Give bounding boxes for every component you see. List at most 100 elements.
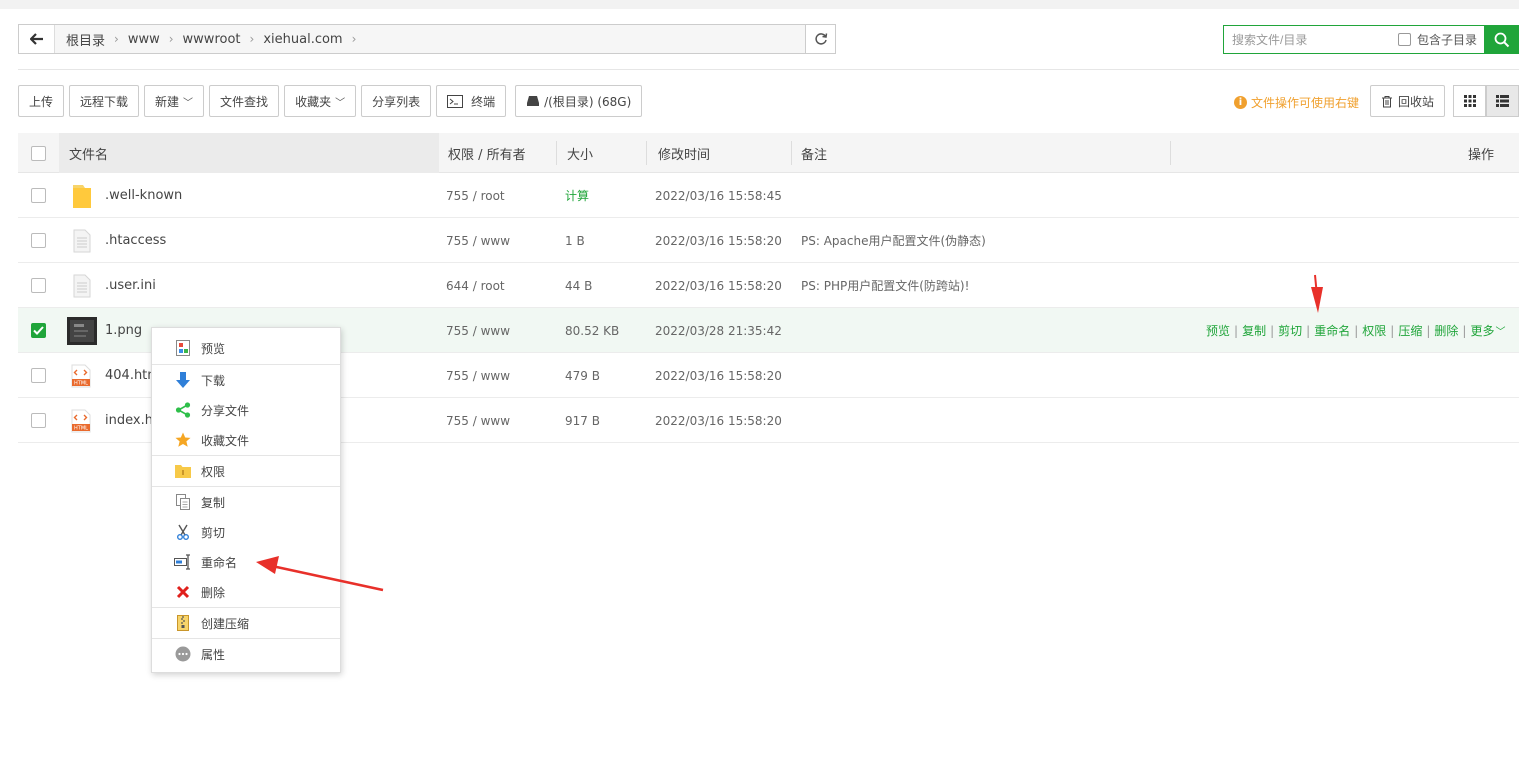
upload-button[interactable]: 上传 (18, 85, 65, 117)
file-perm[interactable]: 755 / www (446, 353, 510, 398)
search-button[interactable] (1485, 25, 1519, 54)
new-label: 新建 (155, 94, 180, 109)
select-all[interactable] (31, 133, 46, 173)
op-copy[interactable]: 复制 (1242, 322, 1266, 339)
table-row[interactable]: .htaccess 755 / www 1 B 2022/03/16 15:58… (18, 218, 1519, 263)
back-button[interactable] (19, 25, 55, 53)
file-find-label: 文件查找 (220, 94, 269, 109)
ctx-rename[interactable]: 重命名 (152, 547, 340, 577)
file-size-calc[interactable]: 计算 (565, 173, 589, 218)
ctx-delete[interactable]: 删除 (152, 577, 340, 607)
file-name[interactable]: .well-known (105, 173, 182, 218)
include-subdir-label: 包含子目录 (1417, 33, 1478, 47)
ctx-download[interactable]: 下载 (152, 365, 340, 395)
refresh-icon (814, 33, 827, 45)
ctx-share-label: 分享文件 (201, 403, 250, 418)
share-icon (174, 401, 192, 419)
file-perm[interactable]: 644 / root (446, 263, 505, 308)
recycle-bin-button[interactable]: 回收站 (1370, 85, 1446, 117)
delete-x-icon (174, 583, 192, 601)
ctx-properties-label: 属性 (201, 647, 226, 662)
include-subdir-checkbox[interactable] (1398, 33, 1411, 46)
row-checkbox-checked[interactable] (31, 323, 46, 338)
search-input[interactable] (1224, 26, 1384, 53)
ctx-delete-label: 删除 (201, 585, 226, 600)
ctx-favorite[interactable]: 收藏文件 (152, 425, 340, 455)
breadcrumb: 根目录 › www › wwwroot › xiehual.com › (55, 25, 805, 53)
header-size[interactable]: 大小 (567, 133, 593, 173)
file-mtime: 2022/03/16 15:58:20 (655, 233, 782, 248)
file-note[interactable]: PS: PHP用户配置文件(防跨站)! (801, 263, 969, 308)
svg-text:HTML: HTML (74, 425, 88, 431)
file-size: 1 B (565, 233, 585, 248)
row-checkbox[interactable] (31, 278, 46, 293)
ctx-rename-label: 重命名 (201, 555, 238, 570)
copy-icon (174, 493, 192, 511)
ctx-favorite-label: 收藏文件 (201, 433, 250, 448)
breadcrumb-wwwroot[interactable]: wwwroot (180, 32, 244, 47)
row-checkbox[interactable] (31, 188, 46, 203)
ctx-permission[interactable]: 权限 (152, 456, 340, 486)
new-button[interactable]: 新建 ﹀ (144, 85, 205, 117)
file-name[interactable]: 1.png (105, 308, 142, 353)
row-checkbox[interactable] (31, 368, 46, 383)
header-name[interactable]: 文件名 (69, 133, 108, 173)
op-more[interactable]: 更多 (1470, 322, 1494, 339)
terminal-button[interactable]: 终端 (436, 85, 507, 117)
table-header: 文件名 权限 / 所有者 大小 修改时间 备注 操作 (18, 133, 1519, 173)
file-name[interactable]: .user.ini (105, 263, 156, 308)
breadcrumb-root[interactable]: 根目录 (63, 30, 108, 49)
op-compress[interactable]: 压缩 (1398, 322, 1422, 339)
chevron-right-icon: › (168, 32, 174, 46)
search-box: 包含子目录 (1223, 25, 1485, 54)
terminal-icon (447, 94, 464, 108)
header-perm[interactable]: 权限 / 所有者 (448, 133, 526, 173)
table-row[interactable]: .well-known 755 / root 计算 2022/03/16 15:… (18, 173, 1519, 218)
ctx-preview[interactable]: 预览 (152, 333, 340, 363)
ctx-share[interactable]: 分享文件 (152, 395, 340, 425)
ctx-compress-label: 创建压缩 (201, 616, 250, 631)
op-permission[interactable]: 权限 (1362, 322, 1386, 339)
top-strip (0, 0, 1519, 9)
ctx-copy[interactable]: 复制 (152, 487, 340, 517)
ctx-preview-label: 预览 (201, 341, 226, 356)
file-perm[interactable]: 755 / www (446, 308, 510, 353)
disk-button[interactable]: /(根目录) (68G) (515, 85, 643, 117)
refresh-button[interactable] (805, 25, 835, 53)
breadcrumb-site[interactable]: xiehual.com (260, 32, 345, 47)
ctx-compress[interactable]: 创建压缩 (152, 608, 340, 638)
include-subdir-toggle[interactable]: 包含子目录 (1398, 31, 1477, 48)
file-find-button[interactable]: 文件查找 (209, 85, 280, 117)
op-rename[interactable]: 重命名 (1314, 322, 1350, 339)
share-list-button[interactable]: 分享列表 (361, 85, 432, 117)
op-cut[interactable]: 剪切 (1278, 322, 1302, 339)
op-preview[interactable]: 预览 (1206, 322, 1230, 339)
breadcrumb-www[interactable]: www (125, 32, 163, 47)
chevron-right-icon[interactable]: › (346, 32, 363, 46)
file-note[interactable]: PS: Apache用户配置文件(伪静态) (801, 218, 986, 263)
grid-view-button[interactable] (1453, 85, 1486, 117)
op-delete[interactable]: 删除 (1434, 322, 1458, 339)
remote-download-button[interactable]: 远程下载 (69, 85, 140, 117)
file-perm[interactable]: 755 / root (446, 173, 505, 218)
header-divider (791, 141, 792, 165)
row-checkbox[interactable] (31, 413, 46, 428)
file-perm[interactable]: 755 / www (446, 218, 510, 263)
file-mtime: 2022/03/16 15:58:45 (655, 188, 782, 203)
file-perm[interactable]: 755 / www (446, 398, 510, 443)
header-mtime[interactable]: 修改时间 (658, 133, 710, 173)
table-row[interactable]: .user.ini 644 / root 44 B 2022/03/16 15:… (18, 263, 1519, 308)
list-view-button[interactable] (1486, 85, 1519, 117)
favorites-button[interactable]: 收藏夹 ﹀ (284, 85, 357, 117)
chevron-down-icon: ﹀ (1495, 327, 1506, 338)
chevron-right-icon: › (249, 32, 255, 46)
remote-download-label: 远程下载 (80, 94, 129, 109)
file-size: 44 B (565, 278, 593, 293)
select-all-checkbox[interactable] (31, 145, 46, 161)
row-checkbox[interactable] (31, 233, 46, 248)
file-name[interactable]: .htaccess (105, 218, 166, 263)
share-list-label: 分享列表 (372, 94, 421, 109)
ctx-properties[interactable]: 属性 (152, 639, 340, 669)
file-mtime: 2022/03/16 15:58:20 (655, 278, 782, 293)
ctx-cut[interactable]: 剪切 (152, 517, 340, 547)
